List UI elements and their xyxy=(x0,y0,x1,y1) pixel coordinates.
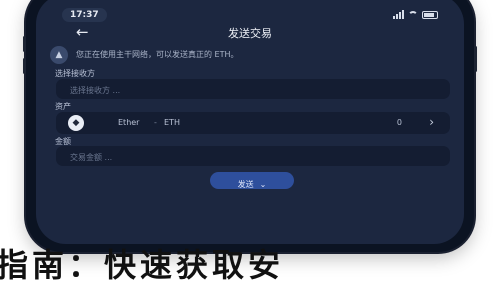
status-icons xyxy=(393,10,438,19)
network-warning: ▲ 您正在使用主干网络，可以发送真正的 ETH。 xyxy=(50,46,450,64)
asset-symbol: ETH xyxy=(164,118,180,127)
warning-icon: ▲ xyxy=(50,46,68,64)
asset-select[interactable]: ◆ Ether - ETH 0 › xyxy=(56,112,450,134)
asset-name: Ether xyxy=(118,118,140,127)
battery-icon xyxy=(422,10,438,19)
asset-label: 资产 xyxy=(55,102,71,111)
recipient-select[interactable]: 选择接收方 ... xyxy=(56,79,450,99)
status-time: 17:37 xyxy=(62,8,107,22)
recipient-placeholder: 选择接收方 ... xyxy=(70,86,121,95)
asset-balance: 0 xyxy=(396,118,402,127)
caption-overlay: 指南：快速获取安 xyxy=(0,246,285,284)
amount-input[interactable]: 交易金额 ... xyxy=(56,146,450,166)
chevron-right-icon: › xyxy=(429,115,434,129)
warning-text: 您正在使用主干网络，可以发送真正的 ETH。 xyxy=(76,50,239,59)
app-header: ← 发送交易 xyxy=(36,22,464,42)
volume-up-button xyxy=(23,36,26,52)
recipient-label: 选择接收方 xyxy=(55,69,95,78)
signal-icon xyxy=(393,10,404,19)
ethereum-icon: ◆ xyxy=(68,115,84,131)
wifi-icon xyxy=(408,10,418,19)
power-button xyxy=(474,46,477,72)
volume-down-button xyxy=(23,58,26,74)
asset-separator: - xyxy=(154,118,157,127)
amount-placeholder: 交易金额 ... xyxy=(70,153,113,162)
chevron-down-icon: ⌄ xyxy=(259,180,267,189)
page-title: 发送交易 xyxy=(228,27,272,40)
send-button-label: 发送 xyxy=(237,180,254,189)
status-bar: 17:37 xyxy=(36,8,464,22)
send-button[interactable]: 发送 ⌄ xyxy=(210,172,294,189)
